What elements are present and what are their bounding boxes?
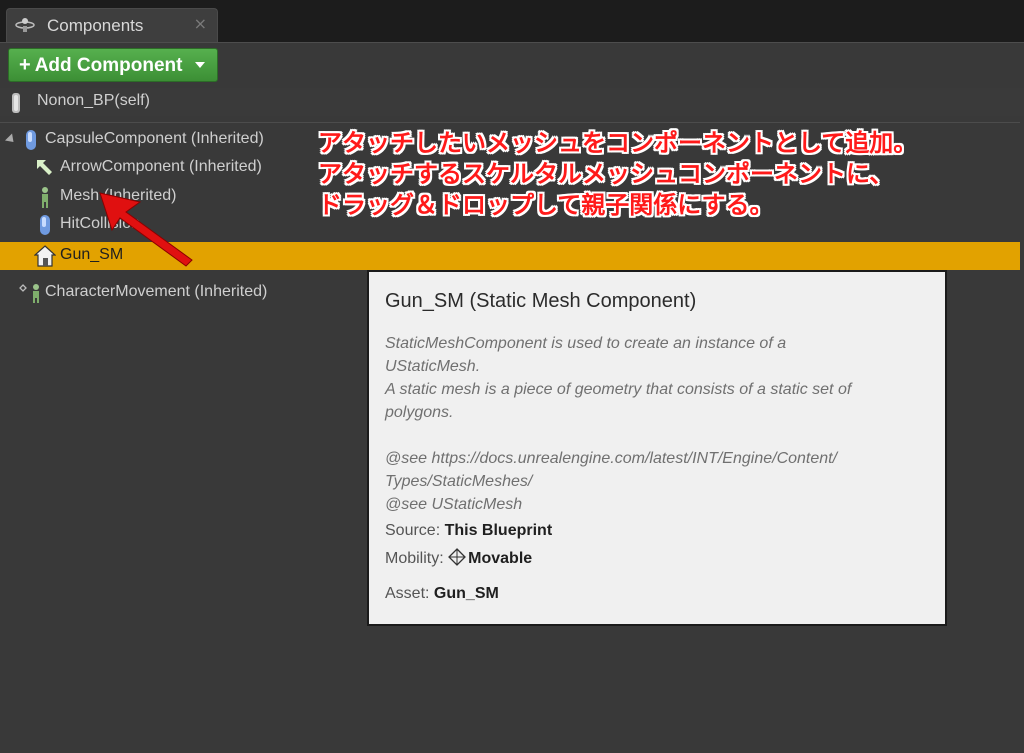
mobility-label: Mobility:	[385, 550, 444, 567]
tooltip-source: Source: This Blueprint	[385, 522, 552, 540]
source-value: This Blueprint	[444, 522, 553, 539]
tooltip-description: StaticMeshComponent is used to create an…	[385, 335, 852, 513]
annotation-text: アタッチしたいメッシュをコンポーネントとして追加。 アタッチするスケルタルメッシ…	[318, 128, 917, 221]
tooltip-title: Gun_SM (Static Mesh Component)	[385, 290, 697, 312]
annotation-line: ドラッグ＆ドロップして親子関係にする。	[318, 191, 774, 219]
asset-value: Gun_SM	[433, 585, 499, 602]
mobility-value: Movable	[468, 550, 533, 567]
asset-label: Asset:	[385, 585, 430, 602]
annotation-line: アタッチするスケルタルメッシュコンポーネントに、	[318, 160, 894, 188]
movable-icon	[448, 548, 467, 566]
source-label: Source:	[385, 522, 441, 539]
component-tooltip: Gun_SM (Static Mesh Component) StaticMes…	[367, 270, 947, 626]
tooltip-mobility: Mobility: Movable	[385, 548, 532, 568]
annotation-line: アタッチしたいメッシュをコンポーネントとして追加。	[318, 129, 918, 157]
tooltip-asset: Asset: Gun_SM	[385, 585, 499, 603]
